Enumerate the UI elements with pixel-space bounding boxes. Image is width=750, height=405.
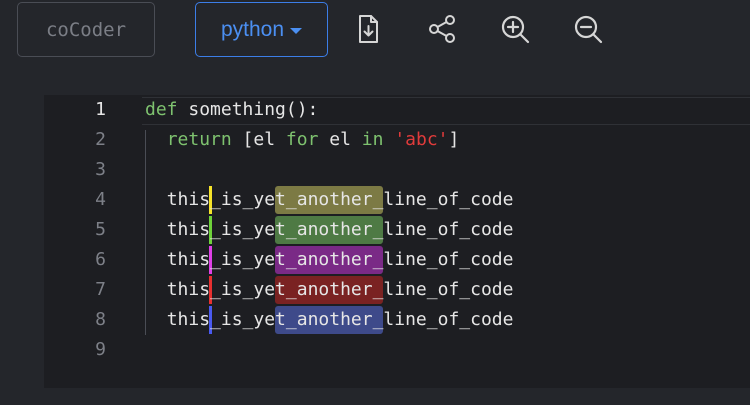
chevron-down-icon	[290, 27, 303, 34]
code-line: return [el for el in 'abc']	[145, 125, 460, 155]
line-number: 1	[95, 99, 106, 120]
line-number: 9	[95, 339, 106, 360]
download-button[interactable]	[350, 11, 386, 47]
code-text: this_is_yet_another_line_of_code	[166, 189, 514, 210]
code-text: this_is_yet_another_line_of_code	[166, 249, 514, 270]
code-text: something():	[177, 99, 319, 120]
toolbar: coCoder python	[0, 0, 750, 80]
line-number: 4	[95, 189, 106, 210]
line-number: 5	[95, 219, 106, 240]
line-number: 7	[95, 279, 106, 300]
zoom-out-button[interactable]	[570, 11, 606, 47]
code-line: this_is_yet_another_line_of_code	[145, 215, 514, 245]
zoom-in-icon	[501, 15, 530, 44]
code-line: this_is_yet_another_line_of_code	[145, 305, 514, 335]
keyword: return	[166, 129, 232, 150]
language-select[interactable]: python	[195, 2, 328, 57]
share-button[interactable]	[424, 11, 460, 47]
code-text: this_is_yet_another_line_of_code	[166, 219, 514, 240]
language-label: python	[220, 17, 285, 41]
code-editor[interactable]: 1 2 3 4 5 6 7 8 9 def something(): retur…	[44, 95, 750, 388]
code-line: def something():	[145, 95, 318, 125]
code-text: el	[318, 129, 362, 150]
keyword: in	[361, 129, 384, 150]
keyword: def	[145, 99, 178, 120]
line-number: 2	[95, 129, 106, 150]
keyword: for	[285, 129, 319, 150]
code-text: [el	[231, 129, 286, 150]
code-line: this_is_yet_another_line_of_code	[145, 275, 514, 305]
zoom-in-button[interactable]	[497, 11, 533, 47]
line-number: 6	[95, 249, 106, 270]
code-text: ]	[448, 129, 460, 150]
code-line: this_is_yet_another_line_of_code	[145, 185, 514, 215]
zoom-out-icon	[574, 15, 603, 44]
code-line: this_is_yet_another_line_of_code	[145, 245, 514, 275]
code-text: this_is_yet_another_line_of_code	[166, 279, 514, 300]
string-literal: 'abc'	[394, 129, 449, 150]
brand-logo: coCoder	[17, 2, 155, 57]
line-number: 8	[95, 309, 106, 330]
line-number: 3	[95, 159, 106, 180]
code-text: this_is_yet_another_line_of_code	[166, 309, 514, 330]
download-file-icon	[359, 15, 378, 43]
share-icon	[429, 15, 455, 43]
